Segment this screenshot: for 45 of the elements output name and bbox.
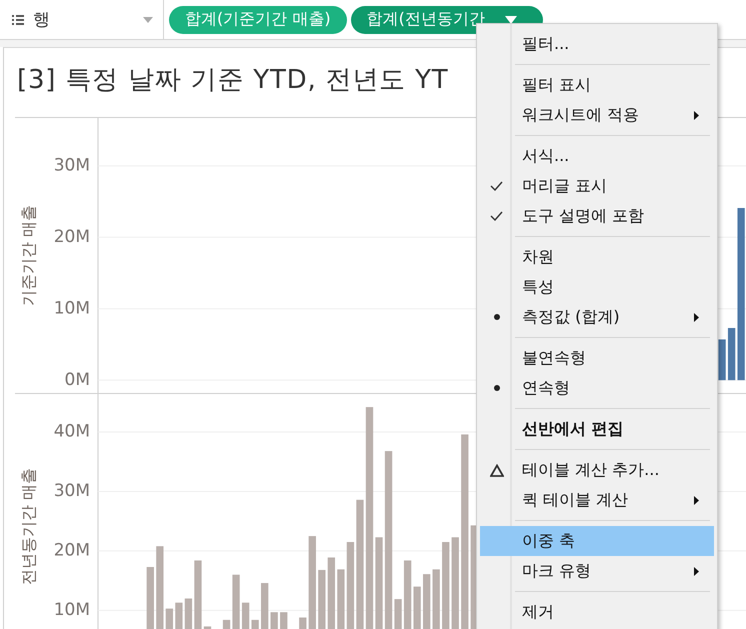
menu-item[interactable]: 불연속형 <box>480 343 714 373</box>
bar <box>204 626 212 629</box>
menu-item[interactable]: 도구 설명에 포함 <box>480 201 714 231</box>
bar <box>432 569 440 629</box>
menu-item[interactable]: 퀵 테이블 계산 <box>480 485 714 515</box>
list-icon <box>12 14 24 24</box>
bar <box>166 608 174 629</box>
bar <box>175 602 183 629</box>
axis-tick-label: 30M <box>54 156 90 176</box>
axis-tick-label: 0M <box>64 370 90 390</box>
axis-tick-label: 30M <box>54 481 90 502</box>
axis-tick-label: 10M <box>54 298 90 318</box>
axis-title: 기준기간 매출 <box>18 204 38 306</box>
menu-item[interactable]: 연속형 <box>480 373 714 403</box>
menu-item[interactable]: 필터 표시 <box>480 70 714 100</box>
bar <box>146 566 154 629</box>
bar <box>318 570 326 629</box>
bar <box>328 557 336 629</box>
menu-item[interactable]: 특성 <box>480 272 714 302</box>
bar <box>261 583 268 629</box>
menu-item[interactable]: 제거 <box>480 597 714 627</box>
bar <box>270 612 278 629</box>
bar <box>337 569 345 629</box>
menu-item[interactable]: 이중 축 <box>480 526 714 556</box>
axis-title: 전년동기간 매출 <box>18 468 38 586</box>
shelf-label: 행 <box>33 9 50 31</box>
bar <box>299 618 306 629</box>
bar <box>280 612 288 629</box>
axis-tick-label: 40M <box>54 422 90 442</box>
axis-tick-label: 20M <box>54 540 90 561</box>
bar <box>413 586 421 629</box>
triangle-icon <box>490 464 504 476</box>
axis-tick-label: 10M <box>54 600 90 620</box>
menu-item[interactable]: 서식... <box>480 141 714 171</box>
bar <box>718 339 726 380</box>
menu-item[interactable]: 차원 <box>480 242 714 272</box>
axis-tick-label: 20M <box>54 226 90 247</box>
menu-item[interactable]: 측정값 (합계) <box>480 302 714 332</box>
menu-item[interactable]: 머리글 표시 <box>480 171 714 201</box>
bar <box>423 574 430 629</box>
menu-item[interactable]: 마크 유형 <box>480 556 714 586</box>
menu-item[interactable]: 테이블 계산 추가... <box>480 455 714 485</box>
menu-item[interactable]: 선반에서 편집 <box>480 414 714 444</box>
dropdown-caret-icon[interactable] <box>143 16 153 22</box>
bar <box>728 328 736 380</box>
